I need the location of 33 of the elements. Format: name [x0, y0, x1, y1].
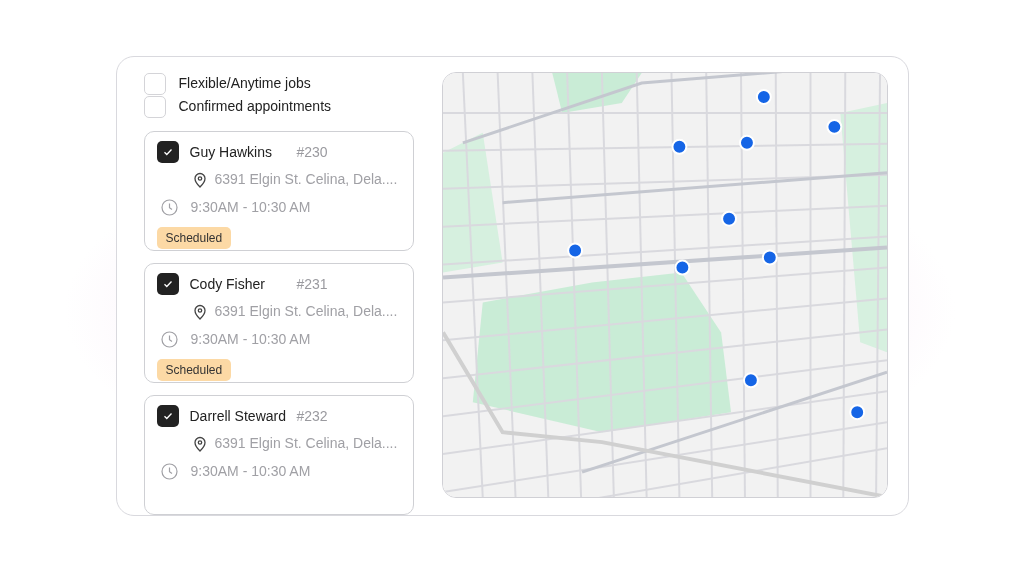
job-card[interactable]: Cody Fisher #231 6391 Elgin St. Celina, Dela.... 9:30AM - 10:30 AM Scheduled	[143, 263, 414, 383]
filter-label: Confirmed appointments	[178, 97, 332, 116]
customer-name: Darrell Steward	[189, 406, 286, 426]
checkbox[interactable]	[156, 405, 179, 427]
job-number: #232	[296, 406, 328, 426]
address-text: 6391 Elgin St. Celina, Dela....	[214, 170, 398, 189]
status-badge: Scheduled	[156, 227, 232, 249]
status-badge: Scheduled	[156, 359, 232, 381]
clock-icon	[160, 199, 178, 216]
location-pin-icon	[192, 171, 207, 188]
filter-label: Flexible/Anytime jobs	[178, 74, 311, 93]
clock-icon	[160, 463, 178, 480]
location-pin-icon	[192, 435, 207, 452]
time-range: 9:30AM - 10:30 AM	[190, 198, 311, 217]
checkbox[interactable]	[156, 273, 179, 295]
checkbox[interactable]	[156, 141, 179, 163]
job-number: #230	[296, 142, 328, 162]
location-pin-icon	[192, 303, 207, 320]
job-card[interactable]: Guy Hawkins #230 6391 Elgin St. Celina, Dela.... 9:30AM - 10:30 AM Scheduled	[143, 131, 414, 251]
check-icon	[161, 278, 174, 290]
address-text: 6391 Elgin St. Celina, Dela....	[214, 434, 398, 453]
address-text: 6391 Elgin St. Celina, Dela....	[214, 302, 398, 321]
time-range: 9:30AM - 10:30 AM	[190, 462, 311, 481]
customer-name: Cody Fisher	[189, 274, 266, 294]
checkbox[interactable]	[143, 95, 166, 118]
job-card[interactable]: Darrell Steward #232 6391 Elgin St. Celina, Dela.... 9:30AM - 10:30 AM	[143, 395, 414, 515]
checkbox[interactable]	[143, 72, 166, 95]
check-icon	[161, 410, 174, 422]
check-icon	[161, 146, 174, 158]
time-range: 9:30AM - 10:30 AM	[190, 330, 311, 349]
customer-name: Guy Hawkins	[189, 142, 273, 162]
job-number: #231	[296, 274, 328, 294]
clock-icon	[160, 331, 178, 348]
